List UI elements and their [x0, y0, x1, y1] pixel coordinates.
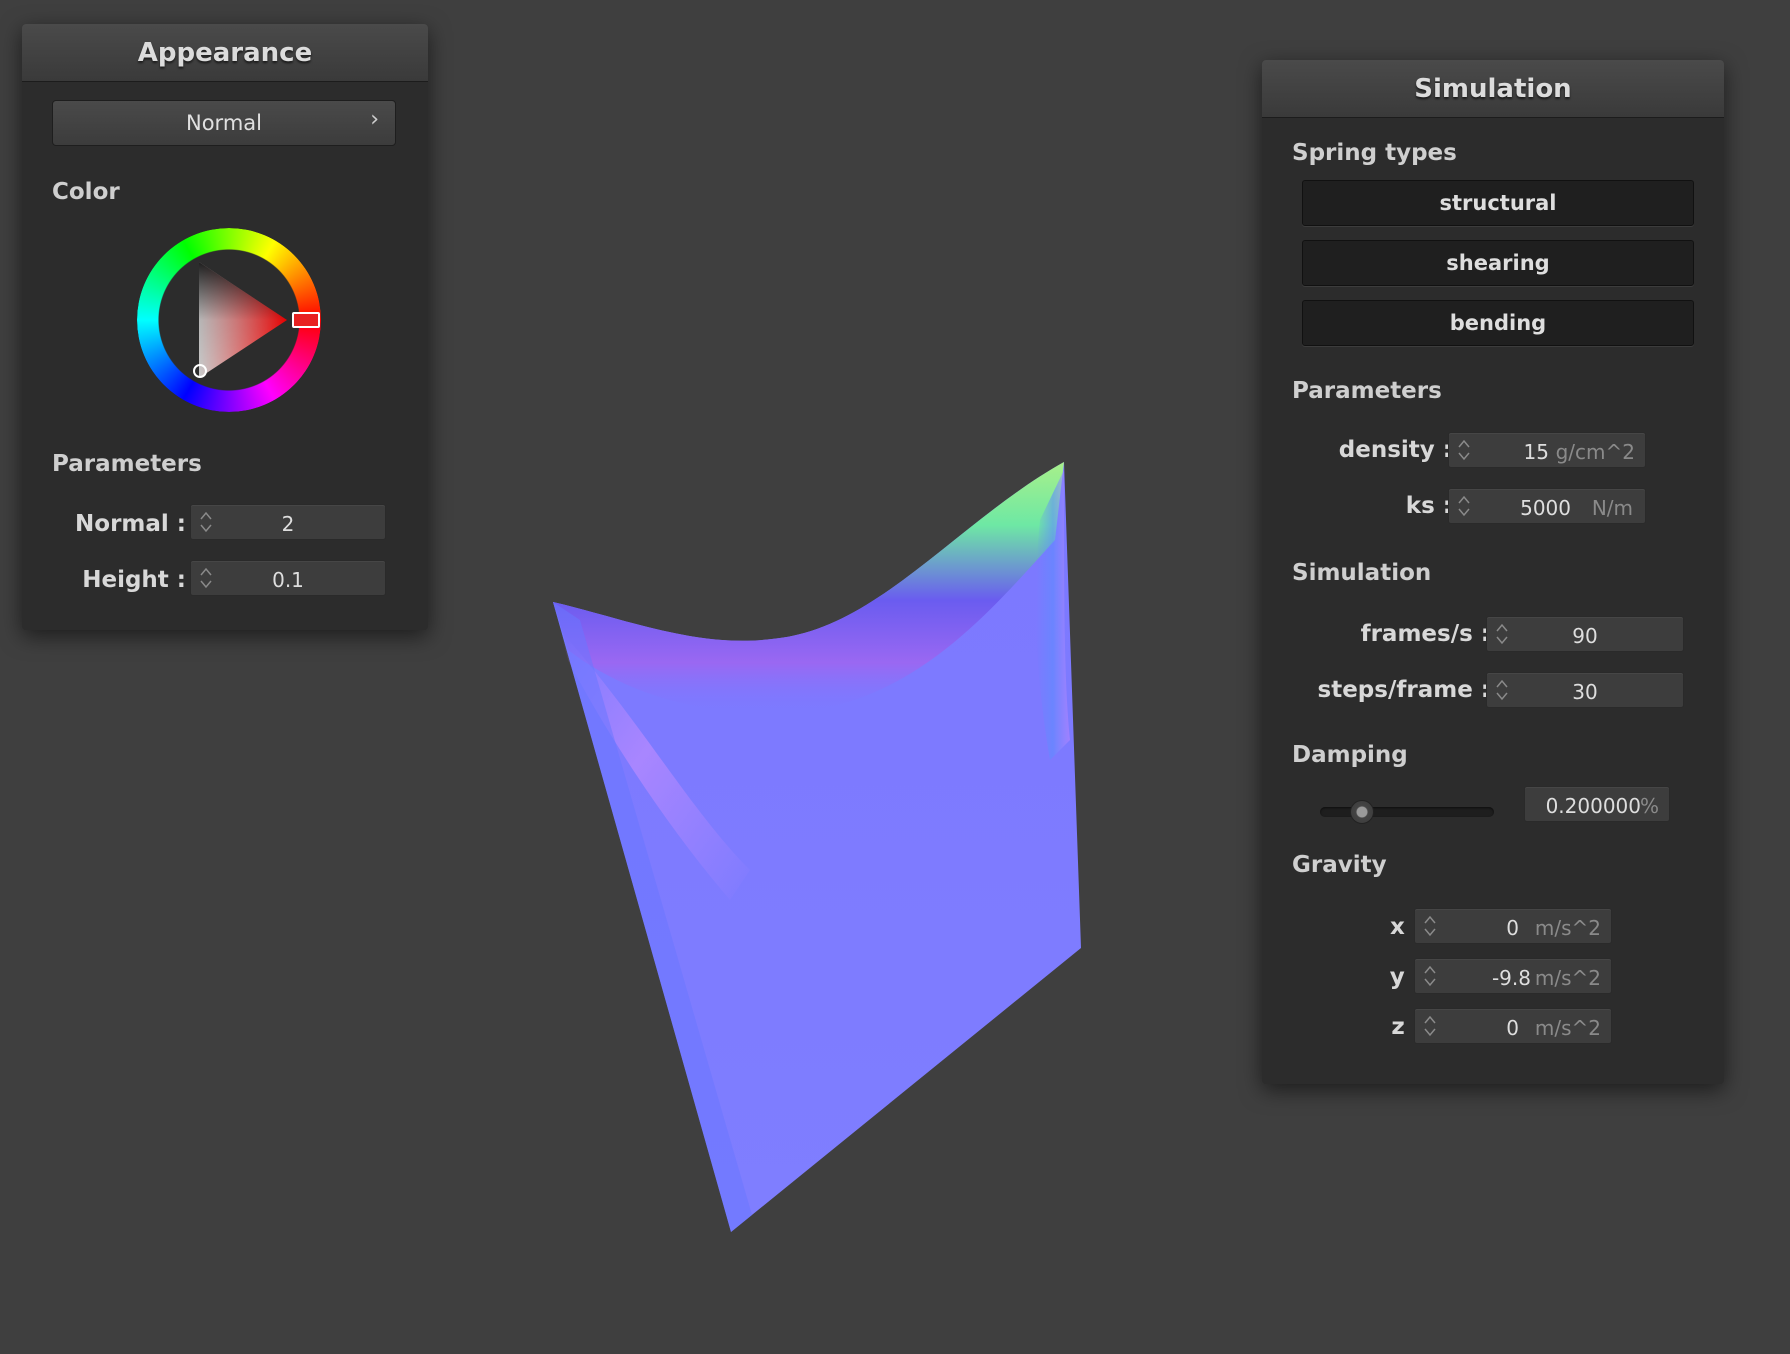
shearing-button[interactable]: shearing: [1302, 240, 1694, 286]
damping-unit: %: [1639, 794, 1659, 818]
cloth-mesh[interactable]: [440, 0, 1240, 1354]
fps-label: frames/s :: [1360, 621, 1490, 647]
spf-value: 30: [1572, 680, 1598, 704]
appearance-panel: Appearance Normal › Color Parameters Nor…: [22, 24, 428, 630]
bending-button[interactable]: bending: [1302, 300, 1694, 346]
gravity-x-label: x :: [1389, 914, 1422, 940]
simulation-panel-title[interactable]: Simulation: [1262, 60, 1724, 118]
gravity-z-spinbox[interactable]: 0 m/s^2: [1414, 1008, 1612, 1044]
gravity-z-unit: m/s^2: [1534, 1016, 1601, 1040]
height-spinbox[interactable]: 0.1: [190, 560, 386, 596]
damping-label: Damping: [1292, 742, 1408, 768]
appearance-parameters-label: Parameters: [52, 451, 202, 477]
render-mode-label: Normal: [186, 111, 262, 135]
spring-types-label: Spring types: [1292, 140, 1457, 166]
density-label: density :: [1338, 437, 1452, 463]
ks-value: 5000: [1520, 496, 1571, 520]
normal-label: Normal :: [75, 511, 186, 537]
gravity-y-unit: m/s^2: [1534, 966, 1601, 990]
render-mode-button[interactable]: Normal ›: [52, 100, 396, 146]
height-label: Height :: [82, 567, 186, 593]
hue-handle[interactable]: [292, 312, 320, 328]
damping-value-box[interactable]: 0.200000 %: [1524, 786, 1670, 822]
normal-value: 2: [281, 512, 295, 536]
gravity-x-spinbox[interactable]: 0 m/s^2: [1414, 908, 1612, 944]
structural-button[interactable]: structural: [1302, 180, 1694, 226]
chevron-right-icon: ›: [370, 107, 379, 132]
density-spinbox[interactable]: 15 g/cm^2: [1448, 432, 1646, 468]
color-handle[interactable]: [193, 364, 207, 378]
updown-arrows-icon[interactable]: [1423, 1012, 1437, 1040]
updown-arrows-icon[interactable]: [1457, 436, 1471, 464]
gravity-y-spinbox[interactable]: -9.8 m/s^2: [1414, 958, 1612, 994]
updown-arrows-icon[interactable]: [1457, 492, 1471, 520]
gravity-y-value: -9.8: [1491, 966, 1531, 990]
ks-spinbox[interactable]: 5000 N/m: [1448, 488, 1646, 524]
updown-arrows-icon[interactable]: [1423, 912, 1437, 940]
color-section-label: Color: [52, 179, 120, 205]
fps-value: 90: [1572, 624, 1598, 648]
damping-value: 0.200000: [1545, 794, 1641, 818]
damping-slider[interactable]: [1320, 800, 1494, 824]
density-unit: g/cm^2: [1555, 440, 1635, 464]
gravity-y-label: y :: [1389, 964, 1422, 990]
appearance-panel-title[interactable]: Appearance: [22, 24, 428, 82]
gravity-z-label: z :: [1391, 1014, 1422, 1040]
simulation-section-label: Simulation: [1292, 560, 1432, 586]
ks-label: ks :: [1405, 493, 1452, 519]
gravity-z-value: 0: [1506, 1016, 1519, 1040]
damping-slider-track[interactable]: [1320, 807, 1494, 817]
gravity-label: Gravity: [1292, 852, 1387, 878]
spf-spinbox[interactable]: 30: [1486, 672, 1684, 708]
color-wheel[interactable]: [137, 228, 321, 412]
gravity-x-unit: m/s^2: [1534, 916, 1601, 940]
spf-label: steps/frame :: [1317, 677, 1490, 703]
gravity-x-value: 0: [1506, 916, 1519, 940]
simulation-panel: Simulation Spring types structural shear…: [1262, 60, 1724, 1084]
viewport[interactable]: [440, 0, 1240, 1354]
fps-spinbox[interactable]: 90: [1486, 616, 1684, 652]
damping-slider-thumb[interactable]: [1350, 800, 1374, 824]
normal-spinbox[interactable]: 2: [190, 504, 386, 540]
simulation-parameters-label: Parameters: [1292, 378, 1442, 404]
density-value: 15: [1523, 440, 1549, 464]
height-value: 0.1: [272, 568, 304, 592]
ks-unit: N/m: [1591, 496, 1633, 520]
updown-arrows-icon[interactable]: [1423, 962, 1437, 990]
